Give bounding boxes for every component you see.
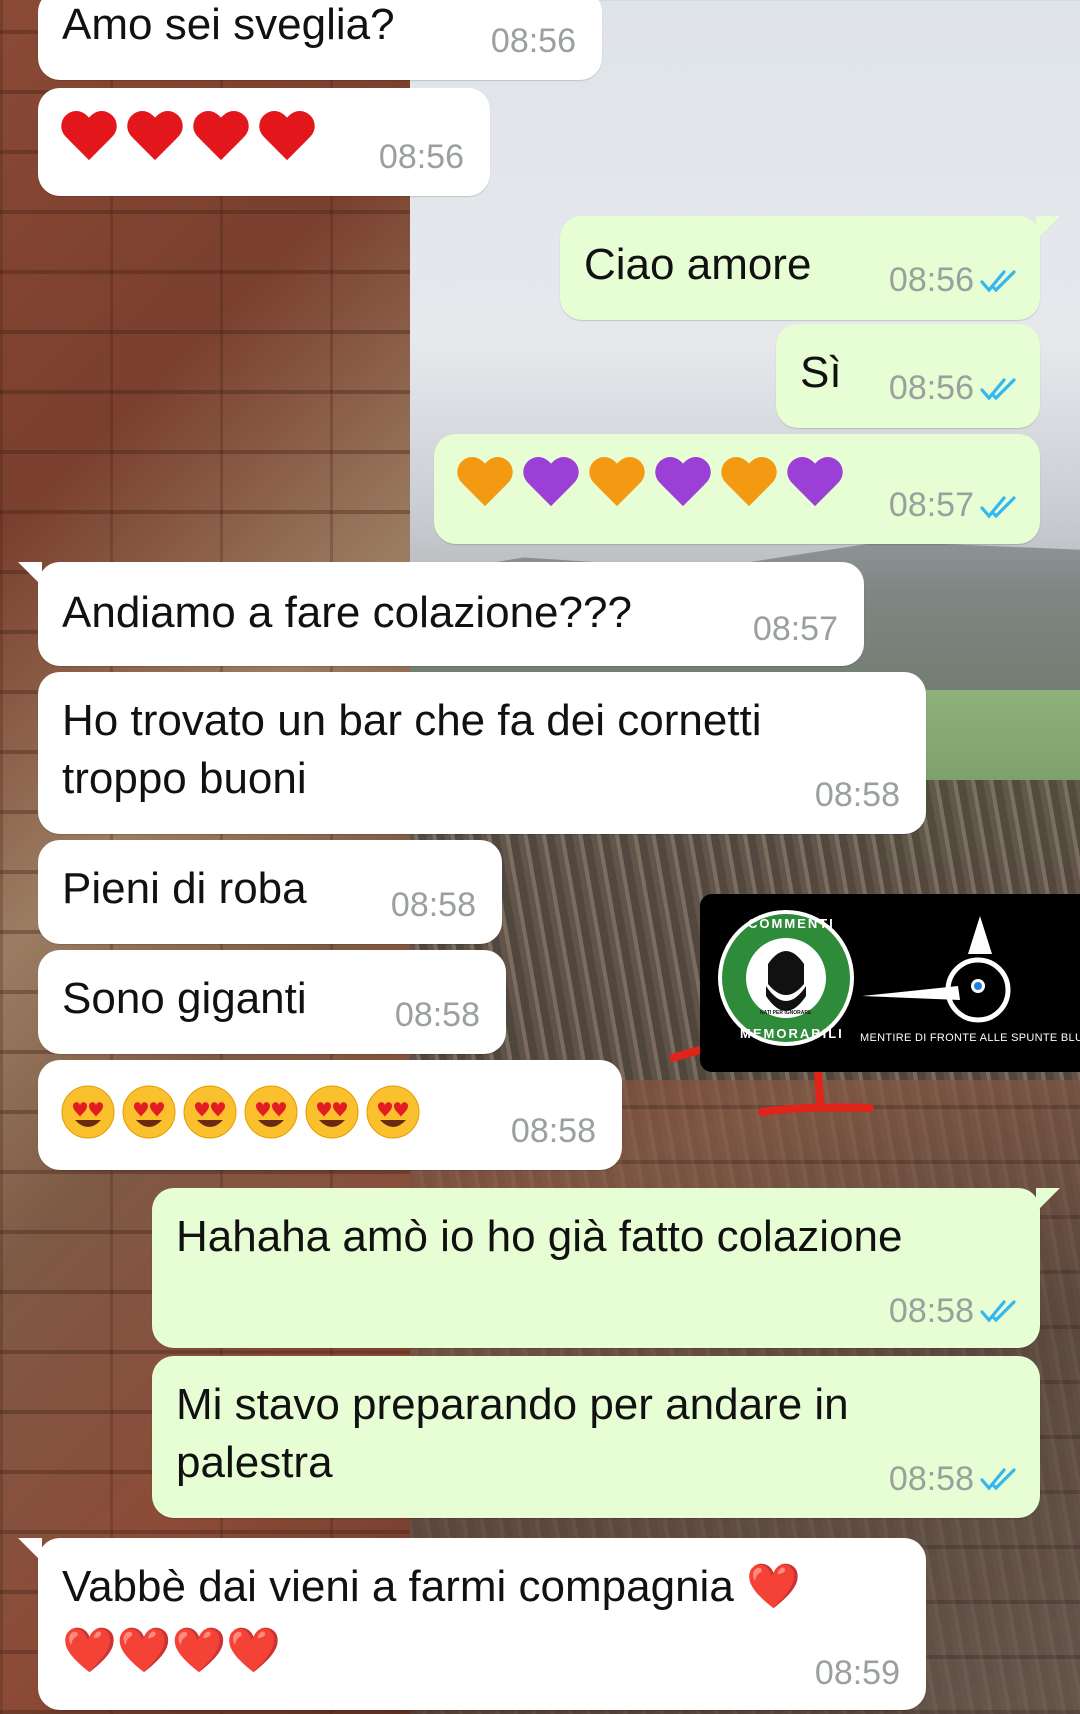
heart-eyes-face-icon <box>244 1085 298 1139</box>
emoji-row <box>60 1084 426 1140</box>
chat-thread[interactable]: Amo sei sveglia? 08:56 08:56 Ciao amore … <box>0 0 1080 1714</box>
message-text-line-1: Ho trovato un bar che fa dei cornetti <box>62 696 762 745</box>
purple-heart-icon <box>654 458 712 512</box>
message-timestamp: 08:56 <box>888 261 974 299</box>
message-incoming[interactable]: 08:58 <box>38 1060 622 1170</box>
message-incoming[interactable]: Andiamo a fare colazione??? 08:57 <box>18 562 864 666</box>
message-timestamp: 08:57 <box>888 486 974 524</box>
message-timestamp: 08:58 <box>390 886 476 924</box>
heart-eyes-face-icon <box>122 1085 176 1139</box>
red-heart-icon <box>126 112 184 166</box>
message-text-line-1: Vabbè dai vieni a farmi compagnia ❤️ <box>62 1562 801 1611</box>
message-text-line-2: ❤️❤️❤️❤️ <box>62 1626 282 1675</box>
heart-eyes-face-icon <box>366 1085 420 1139</box>
message-text: Sono giganti <box>62 974 307 1023</box>
message-text: Pieni di roba <box>62 864 307 913</box>
orange-heart-icon <box>588 458 646 512</box>
emoji-row <box>60 112 324 166</box>
message-timestamp: 08:56 <box>378 138 464 176</box>
red-heart-icon <box>192 112 250 166</box>
message-timestamp: 08:57 <box>752 610 838 648</box>
pinocchio-head-icon <box>862 916 1011 1023</box>
message-incoming[interactable]: Sono giganti 08:58 <box>38 950 506 1054</box>
badge-bottom-text: MEMORABILI <box>740 1026 844 1041</box>
message-timestamp: 08:56 <box>490 22 576 60</box>
message-incoming[interactable]: 08:56 <box>38 88 490 196</box>
message-timestamp: 08:58 <box>814 776 900 814</box>
message-timestamp: 08:58 <box>394 996 480 1034</box>
read-ticks-icon <box>980 496 1016 519</box>
emoji-row <box>456 458 852 512</box>
read-ticks-icon <box>980 1300 1016 1323</box>
message-outgoing[interactable]: Mi stavo preparando per andare in palest… <box>152 1356 1040 1518</box>
read-ticks-icon <box>980 1468 1016 1491</box>
read-ticks-icon <box>980 270 1016 293</box>
orange-heart-icon <box>456 458 514 512</box>
message-text: Ciao amore <box>584 240 812 289</box>
orange-heart-icon <box>720 458 778 512</box>
message-outgoing[interactable]: Hahaha amò io ho già fatto colazione 08:… <box>152 1188 1060 1348</box>
bubble-tail <box>18 1538 42 1562</box>
message-text-line-2: palestra <box>176 1438 333 1487</box>
red-heart-icon <box>60 112 118 166</box>
bubble-tail <box>18 562 42 586</box>
message-incoming[interactable]: Amo sei sveglia? 08:56 <box>38 0 602 80</box>
message-timestamp: 08:58 <box>888 1460 974 1498</box>
message-text: Hahaha amò io ho già fatto colazione <box>176 1212 903 1261</box>
watermark-logo: COMMENTI MEMORABILI NATI PER IGNORARE ME… <box>700 894 1080 1072</box>
message-incoming[interactable]: Vabbè dai vieni a farmi compagnia ❤️ ❤️❤… <box>18 1538 926 1710</box>
message-text: Sì <box>800 348 842 397</box>
badge-top-text: COMMENTI <box>748 916 835 931</box>
message-incoming[interactable]: Pieni di roba 08:58 <box>38 840 502 944</box>
message-text: Andiamo a fare colazione??? <box>62 588 632 637</box>
message-incoming[interactable]: Ho trovato un bar che fa dei cornetti tr… <box>38 672 926 834</box>
message-text-line-1: Mi stavo preparando per andare in <box>176 1380 849 1429</box>
message-timestamp: 08:58 <box>888 1292 974 1330</box>
bubble-tail <box>1036 216 1060 240</box>
badge-small-text: NATI PER IGNORARE <box>760 1010 812 1016</box>
message-text: Amo sei sveglia? <box>62 0 395 49</box>
message-outgoing[interactable]: Ciao amore 08:56 <box>560 216 1060 320</box>
purple-heart-icon <box>786 458 844 512</box>
heart-eyes-face-icon <box>183 1085 237 1139</box>
message-outgoing[interactable]: Sì 08:56 <box>776 324 1040 428</box>
message-timestamp: 08:58 <box>510 1112 596 1150</box>
red-heart-icon <box>258 112 316 166</box>
bubble-tail <box>1036 1188 1060 1212</box>
message-timestamp: 08:59 <box>814 1654 900 1692</box>
heart-eyes-face-icon <box>61 1085 115 1139</box>
purple-heart-icon <box>522 458 580 512</box>
message-text-line-2: troppo buoni <box>62 754 307 803</box>
heart-eyes-face-icon <box>305 1085 359 1139</box>
message-timestamp: 08:56 <box>888 369 974 407</box>
watermark-caption: MENTIRE DI FRONTE ALLE SPUNTE BLU <box>860 1032 1080 1044</box>
read-ticks-icon <box>980 378 1016 401</box>
message-outgoing[interactable]: 08:57 <box>434 434 1040 544</box>
